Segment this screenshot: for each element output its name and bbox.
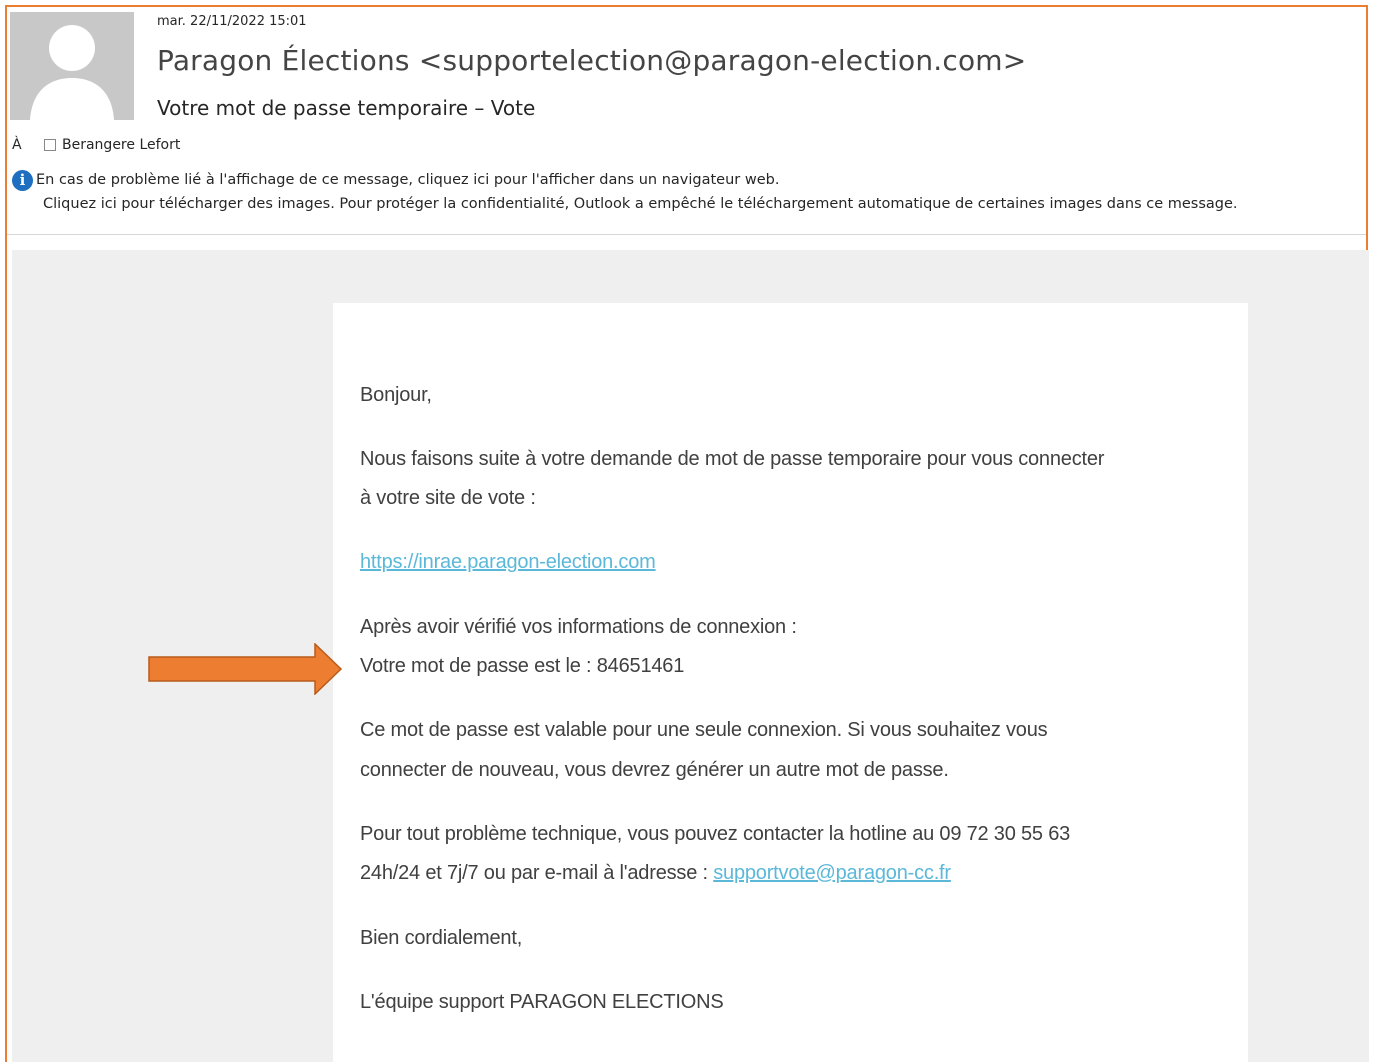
support-email-link[interactable]: supportvote@paragon-cc.fr <box>713 862 951 884</box>
sender-avatar <box>10 12 134 120</box>
password-line: Votre mot de passe est le : 84651461 <box>360 655 685 677</box>
recipient-checkbox[interactable] <box>44 139 56 151</box>
email-subject: Votre mot de passe temporaire – Vote <box>157 96 536 120</box>
info-bar-text1[interactable]: En cas de problème lié à l'affichage de … <box>36 172 779 188</box>
para1-line2: à votre site de vote : <box>360 487 536 509</box>
para4-line1: Pour tout problème technique, vous pouve… <box>360 823 1071 845</box>
recipient-row: À Berangere Lefort <box>12 137 180 153</box>
email-date: mar. 22/11/2022 15:01 <box>157 14 307 29</box>
para3-line1: Ce mot de passe est valable pour une seu… <box>360 719 1048 741</box>
para1-line1: Nous faisons suite à votre demande de mo… <box>360 448 1105 470</box>
recipient-name[interactable]: Berangere Lefort <box>62 137 180 153</box>
site-link-row: https://inrae.paragon-election.com <box>360 551 656 574</box>
para4-line2-prefix: 24h/24 et 7j/7 ou par e-mail à l'adresse… <box>360 862 714 884</box>
header-divider <box>7 234 1366 235</box>
info-icon: i <box>12 169 33 191</box>
para3-line2: connecter de nouveau, vous devrez génére… <box>360 759 949 781</box>
closing: Bien cordialement, <box>360 927 523 949</box>
to-label: À <box>12 137 22 153</box>
greeting: Bonjour, <box>360 384 432 406</box>
info-bar-line1[interactable]: i En cas de problème lié à l'affichage de… <box>12 168 779 192</box>
para2-line1: Après avoir vérifié vos informations de … <box>360 616 797 638</box>
orange-arrow-icon <box>148 643 343 695</box>
info-bar-text2[interactable]: Cliquez ici pour télécharger des images.… <box>43 192 1238 216</box>
signature: L'équipe support PARAGON ELECTIONS <box>360 991 724 1013</box>
para4-line2: 24h/24 et 7j/7 ou par e-mail à l'adresse… <box>360 862 951 885</box>
email-sender[interactable]: Paragon Élections <supportelection@parag… <box>157 44 1026 77</box>
person-silhouette-icon <box>10 12 134 120</box>
site-link[interactable]: https://inrae.paragon-election.com <box>360 551 656 573</box>
